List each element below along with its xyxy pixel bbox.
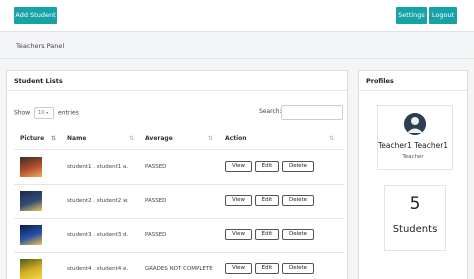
edit-button[interactable]: Edit [255, 161, 279, 172]
delete-button[interactable]: Delete [282, 263, 314, 274]
show-entries: Show 10 ▾ entries [14, 107, 79, 119]
logout-button[interactable]: Logout [429, 7, 457, 24]
avatar [404, 113, 426, 135]
student-list-title: Student Lists [7, 71, 347, 91]
profile-name: Teacher1 Teacher1 [377, 141, 449, 150]
student-average: PASSED [145, 198, 167, 204]
search-label: Search: [259, 108, 282, 115]
table-row: student4 . student4 e. GRADES NOT COMPLET… [7, 253, 347, 279]
student-name: student3 . student3 d. [67, 232, 129, 238]
table-row: student3 . student3 d. PASSED View Edit Dele… [7, 219, 347, 253]
view-button[interactable]: View [225, 229, 252, 240]
edit-button[interactable]: Edit [255, 195, 279, 206]
profile-card: Profiles Teacher1 Teacher1 Teacher 5 Stu… [358, 70, 468, 279]
student-name: student2 . student2 w. [67, 198, 129, 204]
profile-role: Teacher [402, 154, 424, 160]
student-average: GRADES NOT COMPLETE [145, 266, 213, 272]
page-title: Teachers Panel [16, 42, 65, 50]
student-count: 5 [409, 194, 421, 214]
student-average: PASSED [145, 164, 167, 170]
view-button[interactable]: View [225, 263, 252, 274]
delete-button[interactable]: Delete [282, 195, 314, 206]
search-input[interactable] [281, 105, 343, 120]
entries-label: entries [58, 109, 79, 117]
entries-select-value: 10 [38, 110, 45, 116]
entries-select[interactable]: 10 ▾ [34, 107, 55, 119]
show-label: Show [14, 109, 31, 117]
delete-button[interactable]: Delete [282, 161, 314, 172]
sort-icon[interactable]: ⇅ [208, 135, 213, 142]
add-student-button[interactable]: Add Student [14, 7, 57, 24]
sort-icon[interactable]: ⇅ [329, 135, 334, 142]
table-header-divider [14, 149, 344, 150]
view-button[interactable]: View [225, 195, 252, 206]
top-bar: Add Student Settings Logout [0, 0, 474, 32]
student-picture [20, 191, 42, 211]
student-count-label: Students [392, 224, 438, 235]
student-picture [20, 259, 42, 279]
profile-title: Profiles [359, 71, 467, 91]
student-picture [20, 157, 42, 177]
delete-button[interactable]: Delete [282, 229, 314, 240]
column-header-name[interactable]: Name [67, 135, 86, 142]
table-row: student2 . student2 w. PASSED View Edit Dele… [7, 185, 347, 219]
student-name: student4 . student4 e. [67, 266, 129, 272]
student-list-card: Student Lists Show 10 ▾ entries Search: … [6, 70, 348, 279]
student-name: student1 . student1 a. [67, 164, 129, 170]
column-header-average[interactable]: Average [145, 135, 173, 142]
chevron-down-icon: ▾ [46, 110, 49, 115]
sort-icon[interactable]: ⇅ [51, 135, 56, 142]
table-row: student1 . student1 a. PASSED View Edit Dele… [7, 151, 347, 185]
student-count-box: 5 Students [384, 185, 446, 251]
user-icon [404, 113, 426, 135]
settings-button[interactable]: Settings [396, 7, 427, 24]
column-header-action[interactable]: Action [225, 135, 247, 142]
student-average: PASSED [145, 232, 167, 238]
column-header-picture[interactable]: Picture [20, 135, 44, 142]
view-button[interactable]: View [225, 161, 252, 172]
divider [0, 58, 474, 59]
edit-button[interactable]: Edit [255, 263, 279, 274]
sort-icon[interactable]: ⇅ [129, 135, 134, 142]
student-picture [20, 225, 42, 245]
edit-button[interactable]: Edit [255, 229, 279, 240]
